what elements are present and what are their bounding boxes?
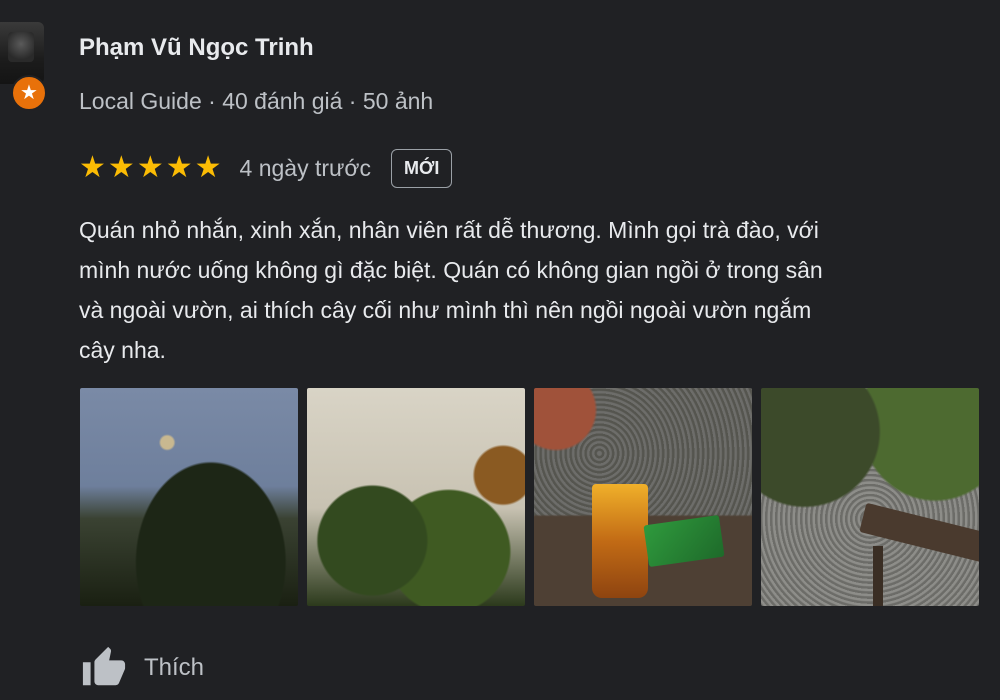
- review-text-line: Quán nhỏ nhắn, xinh xắn, nhân viên rất d…: [79, 217, 819, 243]
- star-icon: ★: [194, 151, 222, 184]
- reviewer-avatar[interactable]: [0, 22, 44, 84]
- like-label: Thích: [144, 654, 205, 681]
- review-text-line: cây nha.: [79, 337, 166, 363]
- review-text: Quán nhỏ nhắn, xinh xắn, nhân viên rất d…: [79, 210, 999, 370]
- star-rating: ★ ★ ★ ★ ★: [79, 153, 222, 183]
- star-icon: ★: [165, 151, 193, 184]
- star-icon: ★: [136, 151, 164, 184]
- new-badge: MỚI: [391, 148, 453, 188]
- snack-pack: [643, 514, 725, 568]
- drink-glass: [592, 484, 648, 598]
- thumbs-up-icon: [80, 644, 128, 692]
- local-guide-star-icon: ★: [11, 75, 47, 111]
- review-photos: [80, 388, 979, 606]
- review-text-line: mình nước uống không gì đặc biệt. Quán c…: [79, 257, 823, 283]
- review-photo[interactable]: [761, 388, 979, 606]
- like-button[interactable]: Thích: [80, 640, 204, 696]
- reviewer-meta: Local Guide · 40 đánh giá · 50 ảnh: [79, 88, 434, 114]
- bench-leg: [873, 546, 883, 606]
- review-text-line: và ngoài vườn, ai thích cây cối như mình…: [79, 297, 812, 323]
- review-photo[interactable]: [80, 388, 298, 606]
- review-photo[interactable]: [534, 388, 752, 606]
- reviewer-name[interactable]: Phạm Vũ Ngọc Trinh: [79, 34, 314, 62]
- review-date: 4 ngày trước: [239, 154, 372, 181]
- star-icon: ★: [79, 151, 106, 184]
- rating-row: ★ ★ ★ ★ ★ 4 ngày trước MỚI: [79, 146, 453, 190]
- review-photo[interactable]: [307, 388, 525, 606]
- star-icon: ★: [107, 151, 135, 184]
